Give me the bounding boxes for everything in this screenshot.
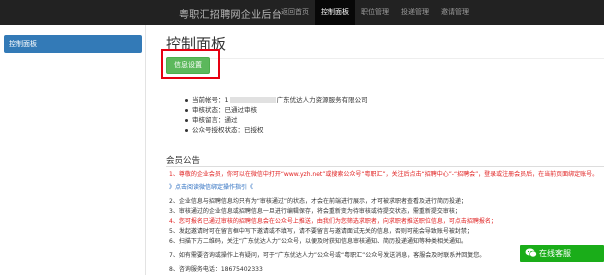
bullet-icon	[185, 119, 188, 122]
wechat-guide-link[interactable]: 》点击阅读微信绑定操作指引《	[169, 184, 253, 192]
bullet-icon	[185, 129, 188, 132]
site-brand[interactable]: 粤职汇招聘网企业后台	[179, 6, 282, 21]
audit-status: 审核状态：已通过审核	[192, 106, 257, 114]
notice-line-2: 2、企业信息与招聘信息均只有为“审核通过”的状态，才会在前端进行展示，才可被求职…	[169, 198, 468, 205]
review-message: 审核留言：通过	[192, 116, 238, 124]
notice-line-1: 1、尊敬的企业会员，你可以在微信中打开“www.yzh.net”或搜索公众号“粤…	[169, 171, 599, 178]
redacted-account	[229, 97, 276, 103]
audit-status-row: 审核状态：已通过审核	[185, 105, 368, 115]
wechat-auth-row: 公众号授权状态：已授权	[185, 125, 368, 135]
account-info-list: 当前帐号：1 广东优达人力资源服务有限公司 审核状态：已通过审核 审核留言：通过 …	[185, 95, 368, 135]
notice-line-4: 4、您可报名已通过审核的招聘信息会在公众号上推送，由我们为您筛选求职者，向求职者…	[169, 218, 497, 225]
wechat-auth-status: 公众号授权状态：已授权	[192, 126, 264, 134]
company-name: 广东优达人力资源服务有限公司	[276, 96, 368, 104]
nav-applications[interactable]: 投递管理	[395, 0, 435, 25]
info-settings-button[interactable]: 信息设置	[166, 57, 210, 74]
nav-invitations[interactable]: 邀请管理	[435, 0, 475, 25]
online-service-label: 在线客服	[539, 249, 571, 258]
phone-line: 8、咨询服务电话：18675402333	[169, 266, 263, 273]
main-content: 控制面板 信息设置 当前帐号：1 广东优达人力资源服务有限公司 审核状态：已通过审…	[147, 25, 604, 275]
account-number-label: 当前帐号：1	[192, 96, 229, 104]
sidebar-item-dashboard[interactable]: 控制面板	[4, 35, 142, 53]
sidebar: 控制面板	[0, 25, 146, 275]
nav-home[interactable]: 返回首页	[275, 0, 315, 25]
notice-line-7: 7、如有需要咨询或操作上有疑问，可于“广东优达人力”公众号或“粤职汇”公众号发送…	[169, 252, 486, 259]
account-number-row: 当前帐号：1 广东优达人力资源服务有限公司	[185, 95, 368, 105]
title-divider	[166, 58, 604, 59]
top-navbar: 粤职汇招聘网企业后台 返回首页 控制面板 职位管理 投递管理 邀请管理	[0, 0, 604, 25]
nav-dashboard[interactable]: 控制面板	[315, 0, 355, 25]
wechat-icon	[525, 248, 537, 258]
bullet-icon	[185, 109, 188, 112]
online-service-button[interactable]: 在线客服	[520, 245, 604, 262]
announcement-title: 会员公告	[166, 156, 201, 166]
notice-line-5: 5、发起邀请时可在留言框中写下邀请或不填写，请不要留言与邀请面试无关的信息，否则…	[169, 228, 473, 235]
nav-jobs[interactable]: 职位管理	[355, 0, 395, 25]
top-nav: 返回首页 控制面板 职位管理 投递管理 邀请管理	[275, 0, 475, 25]
announcement-divider	[166, 166, 604, 167]
notice-line-3: 3、审核通过的企业信息或招聘信息一旦进行编辑保存，将会重新变为待审核或待提交状态…	[169, 208, 461, 215]
bullet-icon	[185, 99, 188, 102]
review-message-row: 审核留言：通过	[185, 115, 368, 125]
notice-line-6: 6、扫描下方二维码，关注“广东优达人力”公众号，以便及时获知信息审核通知、简历投…	[169, 238, 468, 245]
